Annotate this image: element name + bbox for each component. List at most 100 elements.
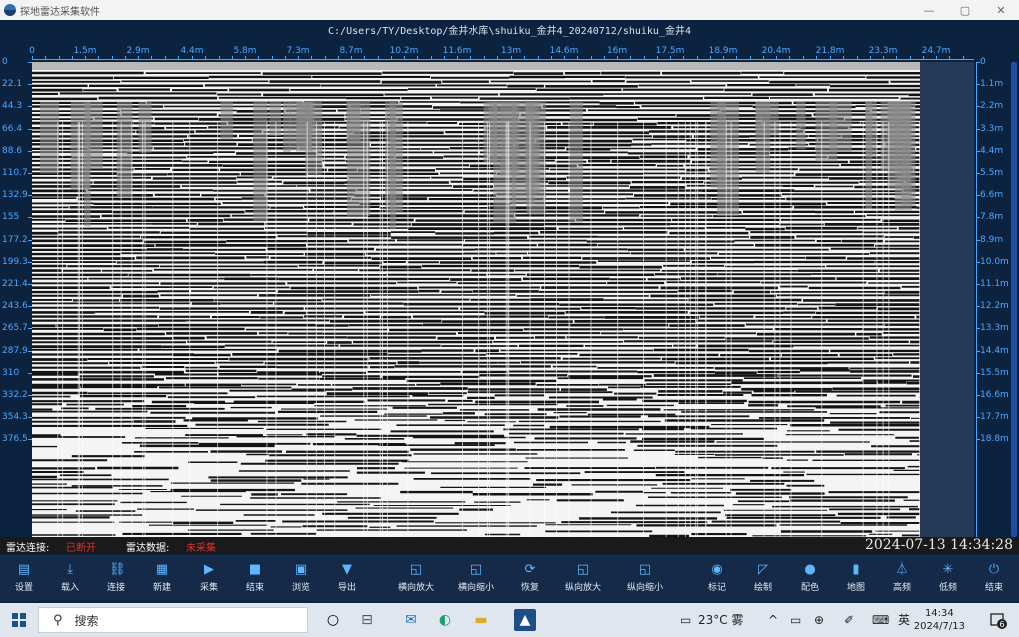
radar-data-value: 未采集 xyxy=(186,543,216,554)
close-button[interactable]: ✕ xyxy=(983,0,1019,20)
toolbar-button-palette[interactable]: ● 配色 xyxy=(784,555,836,601)
toolbar-button-stop[interactable]: ■ 结束 xyxy=(229,555,281,601)
toolbar-button-draw[interactable]: ◸ 绘制 xyxy=(737,555,789,601)
draw-icon: ◸ xyxy=(758,562,768,577)
distance-tick-label: 10.2m xyxy=(389,46,419,56)
notification-icon[interactable]: 6 xyxy=(989,611,1007,629)
radar-app-taskbar-icon[interactable]: ▲ xyxy=(514,609,536,631)
depth-tick-mark xyxy=(976,395,980,396)
radar-data-label: 雷达数据: xyxy=(126,543,170,554)
toolbar-button-settings[interactable]: ▤ 设置 xyxy=(0,555,50,601)
depth-tick-label: 14.4m xyxy=(980,345,1009,356)
browse-icon: ▣ xyxy=(294,562,308,577)
file-explorer-icon[interactable]: ▬ xyxy=(472,611,490,629)
toolbar-button-refresh[interactable]: ⟳ 恢复 xyxy=(504,555,556,601)
battery-icon[interactable]: ▭ xyxy=(790,611,801,629)
distance-tick-mark xyxy=(896,56,898,60)
depth-tick-mark xyxy=(976,372,980,374)
weather-icon[interactable]: ▭ xyxy=(680,611,691,629)
toolbar-button-high-freq[interactable]: ⏃ 高频 xyxy=(876,555,928,601)
distance-tick-mark xyxy=(271,56,273,60)
toolbar-button-browse[interactable]: ▣ 浏览 xyxy=(275,555,327,601)
vertical-scrollbar[interactable] xyxy=(1011,62,1017,537)
distance-tick-mark xyxy=(337,56,339,60)
depth-tick-mark xyxy=(976,284,980,285)
maximize-button[interactable]: ▢ xyxy=(947,0,983,20)
distance-tick-mark xyxy=(550,56,552,60)
distance-axis-line xyxy=(32,59,974,60)
windows-start-icon[interactable] xyxy=(12,613,26,627)
time-tick-label: 110.7 xyxy=(2,168,28,178)
distance-tick-label: 16m xyxy=(606,46,628,56)
toolbar-button-h-zoom-in[interactable]: ◱ 横向放大 xyxy=(390,555,442,601)
pen-icon[interactable]: ✐ xyxy=(844,611,854,629)
depth-tick-label: 13.3m xyxy=(980,323,1009,334)
toolbar-button-label: 连接 xyxy=(106,583,125,593)
distance-tick-label: 5.8m xyxy=(233,46,257,56)
ime-indicator[interactable]: 英 xyxy=(898,611,910,629)
distance-tick-mark xyxy=(696,56,698,60)
distance-tick-mark xyxy=(311,56,313,60)
edge-browser-icon[interactable]: ◐ xyxy=(436,611,454,629)
distance-tick-mark xyxy=(111,56,113,60)
toolbar-button-marker[interactable]: ◉ 标记 xyxy=(691,555,743,601)
depth-tick-mark xyxy=(976,173,980,174)
distance-tick-mark xyxy=(284,56,286,60)
right-panel xyxy=(920,62,974,537)
distance-tick-mark xyxy=(496,56,498,60)
distance-tick-mark xyxy=(869,56,871,60)
weather-text[interactable]: 23°C 雾 xyxy=(698,611,743,629)
minimize-button[interactable]: — xyxy=(911,0,947,20)
toolbar-button-map[interactable]: ▮ 地图 xyxy=(830,555,882,601)
cortana-icon[interactable]: ○ xyxy=(324,611,342,629)
mail-icon[interactable]: ✉ xyxy=(402,611,420,629)
task-view-icon[interactable]: ⊟ xyxy=(358,611,376,629)
toolbar-button-link[interactable]: ⛓ 连接 xyxy=(90,555,142,601)
time-tick-label: 22.1 xyxy=(2,79,23,90)
network-icon[interactable]: ⊕ xyxy=(814,611,824,629)
v-zoom-in-icon: ◱ xyxy=(576,562,590,577)
distance-tick-mark xyxy=(630,56,632,60)
toolbar-button-label: 标记 xyxy=(707,583,726,593)
depth-tick-label: 17.7m xyxy=(980,412,1009,423)
distance-tick-label: 7.3m xyxy=(286,46,310,56)
distance-tick-mark xyxy=(909,56,911,60)
toolbar-button-v-zoom-in[interactable]: ◱ 纵向放大 xyxy=(557,555,609,601)
depth-tick-mark xyxy=(976,439,980,441)
toolbar-button-play[interactable]: ▶ 采集 xyxy=(183,555,235,601)
distance-axis: 0 1.5m 2.9m 4.4m 5.8m 7.3m 8.7m 10.2m 11.6m 13m 14… xyxy=(29,44,974,64)
distance-tick-mark xyxy=(138,56,139,60)
tray-clock[interactable]: 14:34 2024/7/13 xyxy=(914,607,965,633)
distance-tick-mark xyxy=(789,56,791,60)
distance-tick-mark xyxy=(537,56,539,60)
depth-tick-mark xyxy=(976,328,980,330)
toolbar-button-low-freq[interactable]: ✳ 低频 xyxy=(922,555,974,601)
taskbar-search-box[interactable]: ⚲ 搜索 xyxy=(38,607,308,633)
distance-tick-label: 21.8m xyxy=(815,46,845,56)
depth-tick-label: 1.1m xyxy=(980,79,1004,90)
depth-tick-mark xyxy=(976,106,980,108)
power-icon: ⏻ xyxy=(988,562,1000,577)
new-file-icon: ▦ xyxy=(155,562,169,577)
distance-tick-mark xyxy=(390,56,392,60)
depth-tick-label: 16.6m xyxy=(980,390,1009,400)
distance-tick-mark xyxy=(98,56,100,60)
depth-tick-label: 15.5m xyxy=(980,367,1009,378)
radargram-image[interactable] xyxy=(32,62,920,537)
tray-expand-icon[interactable]: ^ xyxy=(768,611,778,629)
toolbar-button-power[interactable]: ⏻ 结束 xyxy=(968,555,1019,601)
toolbar-button-h-zoom-out[interactable]: ◱ 横向缩小 xyxy=(450,555,502,601)
toolbar-button-download[interactable]: ⤓ 载入 xyxy=(44,555,96,601)
depth-tick-label: 4.4m xyxy=(980,145,1004,156)
keyboard-icon[interactable]: ⌨ xyxy=(872,611,889,629)
depth-tick-mark xyxy=(976,150,980,152)
toolbar-button-label: 横向放大 xyxy=(397,583,434,593)
toolbar-button-new-file[interactable]: ▦ 新建 xyxy=(136,555,188,601)
toolbar-button-label: 载入 xyxy=(60,583,79,593)
toolbar-button-label: 恢复 xyxy=(520,583,539,593)
map-icon: ▮ xyxy=(852,562,860,577)
toolbar-button-v-zoom-out[interactable]: ◱ 纵向缩小 xyxy=(619,555,671,601)
time-tick-label: 332.2 xyxy=(2,390,28,400)
depth-tick-mark xyxy=(976,128,980,130)
toolbar-button-export[interactable]: ▼ 导出 xyxy=(321,555,373,601)
